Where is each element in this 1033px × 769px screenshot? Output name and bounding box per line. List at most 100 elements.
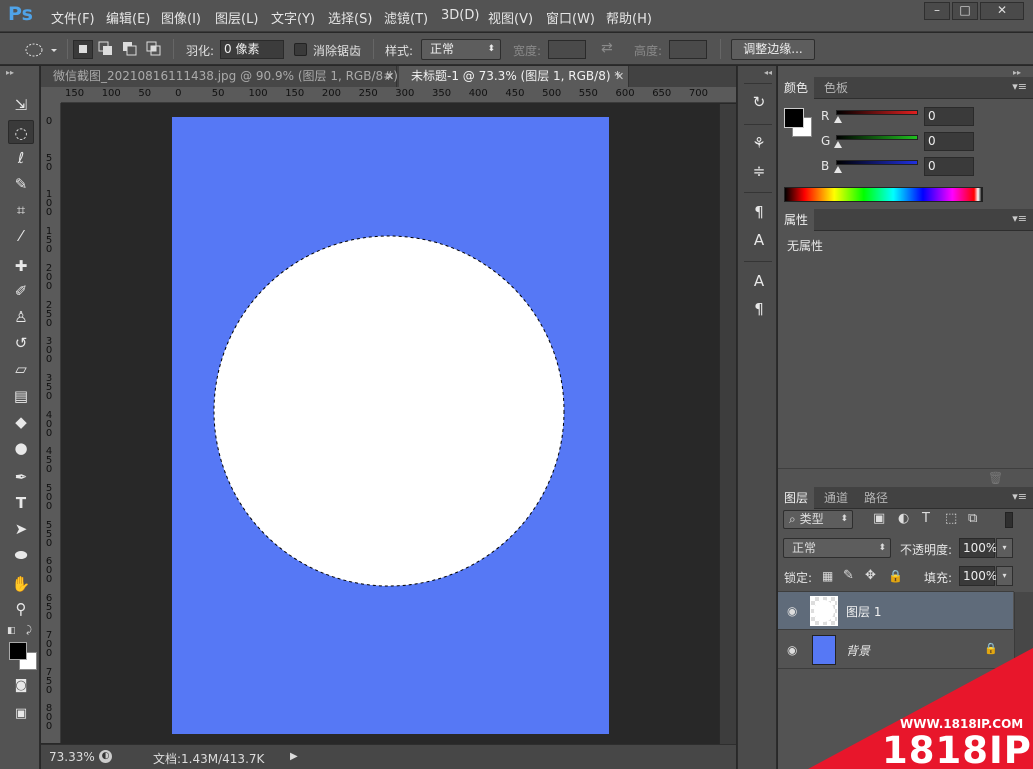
elliptical-marquee-preset-icon[interactable] (24, 40, 64, 60)
swap-colors-icon[interactable]: ⤸ (26, 625, 32, 636)
crop-tool-icon[interactable]: ⌗ (8, 198, 34, 222)
close-button[interactable]: ✕ (980, 2, 1024, 20)
menu-select[interactable]: 选择(S) (328, 8, 372, 27)
lock-all-icon[interactable]: 🔒 (888, 569, 903, 583)
panel-menu-icon[interactable]: ▾≡ (1012, 490, 1027, 503)
slider-thumb[interactable] (834, 141, 842, 148)
history-brush-tool-icon[interactable]: ↺ (8, 331, 34, 355)
status-menu-arrow-icon[interactable]: ▶ (290, 751, 298, 762)
panels-collapse-icon[interactable]: ▸▸ (1013, 68, 1021, 77)
lasso-tool-icon[interactable]: ℓ (8, 146, 34, 170)
smart-object-filter-icon[interactable]: ⧉ (968, 511, 977, 526)
dodge-tool-icon[interactable]: ● (8, 436, 34, 460)
minimize-button[interactable]: – (924, 2, 950, 20)
trash-icon[interactable]: 🗑 (988, 471, 1003, 485)
menu-edit[interactable]: 编辑(E) (106, 8, 150, 27)
channel-r-input[interactable]: 0 (924, 107, 974, 126)
swap-dimensions-icon[interactable]: ⇄ (601, 40, 613, 56)
layer-row-background[interactable]: ◉ 背景 🔒 (778, 631, 1013, 669)
pen-tool-icon[interactable]: ✒ (8, 465, 34, 489)
menu-filter[interactable]: 滤镜(T) (384, 8, 428, 27)
shape-layer-filter-icon[interactable]: ⬚ (945, 511, 957, 526)
brush-tool-icon[interactable]: ✐ (8, 279, 34, 303)
restore-button[interactable]: □ (952, 2, 978, 20)
layer-filter-select[interactable]: ⌕ 类型 ⬍ (783, 510, 853, 529)
quick-mask-icon[interactable]: ◙ (8, 674, 34, 698)
menu-layer[interactable]: 图层(L) (215, 8, 258, 27)
channel-r-slider[interactable] (836, 110, 918, 115)
document-canvas[interactable] (62, 104, 736, 744)
blend-mode-select[interactable]: 正常 ⬍ (783, 538, 891, 558)
width-input[interactable] (548, 40, 586, 59)
path-selection-tool-icon[interactable]: ➤ (8, 517, 34, 541)
height-input[interactable] (669, 40, 707, 59)
close-icon[interactable]: ✕ (615, 66, 624, 87)
panel-menu-icon[interactable]: ▾≡ (1012, 212, 1027, 225)
panel-foreground-swatch[interactable] (784, 108, 804, 128)
dock-collapse-icon[interactable]: ◂◂ (764, 68, 772, 77)
default-colors-icon[interactable]: ◧ (7, 626, 16, 636)
brush-preset-panel-icon[interactable]: ⚘ (746, 132, 772, 154)
healing-brush-tool-icon[interactable]: ✚ (8, 254, 34, 278)
zoom-tool-icon[interactable]: ⚲ (8, 597, 34, 621)
fill-dropdown-icon[interactable]: ▾ (996, 566, 1013, 586)
tab-properties[interactable]: 属性 (778, 209, 815, 231)
foreground-color-swatch[interactable] (9, 642, 27, 660)
fill-input[interactable]: 100% (959, 566, 997, 586)
antialias-checkbox[interactable] (294, 43, 307, 56)
menu-file[interactable]: 文件(F) (51, 8, 95, 27)
vertical-scrollbar[interactable] (719, 104, 736, 744)
ellipse-shape-tool-icon[interactable]: ⬬ (8, 543, 34, 567)
opacity-input[interactable]: 100% (959, 538, 997, 558)
slider-thumb[interactable] (834, 116, 842, 123)
tab-swatches[interactable]: 色板 (818, 77, 854, 99)
color-spectrum-bar[interactable] (784, 187, 983, 202)
new-selection-icon[interactable] (73, 40, 93, 59)
character-styles-panel-icon[interactable]: A (746, 229, 772, 251)
eraser-tool-icon[interactable]: ▱ (8, 357, 34, 381)
eyedropper-tool-icon[interactable]: ⁄ (8, 224, 34, 248)
panel-menu-icon[interactable]: ▾≡ (1012, 80, 1027, 93)
menu-3d[interactable]: 3D(D) (441, 8, 479, 23)
channel-b-input[interactable]: 0 (924, 157, 974, 176)
quick-selection-tool-icon[interactable]: ✎ (8, 172, 34, 196)
style-select[interactable]: 正常 ⬍ (421, 39, 501, 60)
add-to-selection-icon[interactable] (97, 40, 115, 58)
tab-color[interactable]: 颜色 (778, 77, 815, 99)
zoom-level[interactable]: 73.33% (49, 750, 95, 764)
layer-row-layer1[interactable]: ◉ 图层 1 (778, 592, 1013, 630)
adjustment-layer-filter-icon[interactable]: ◐ (898, 511, 909, 526)
close-icon[interactable]: ✕ (385, 66, 394, 87)
feather-input[interactable]: 0 像素 (220, 40, 284, 59)
tab-paths[interactable]: 路径 (858, 487, 894, 509)
clone-stamp-tool-icon[interactable]: ♙ (8, 305, 34, 329)
type-layer-filter-icon[interactable]: T (922, 511, 930, 526)
filter-toggle-switch[interactable] (1005, 512, 1013, 528)
lock-pixels-icon[interactable]: ✎ (843, 568, 854, 583)
menu-window[interactable]: 窗口(W) (546, 8, 595, 27)
tab-layers[interactable]: 图层 (778, 487, 815, 509)
doc-info-icon[interactable]: ◐ (99, 750, 112, 763)
history-panel-icon[interactable]: ↻ (746, 91, 772, 113)
visibility-eye-icon[interactable]: ◉ (787, 643, 797, 657)
character-panel-icon[interactable]: A (746, 270, 772, 292)
opacity-dropdown-icon[interactable]: ▾ (996, 538, 1013, 558)
blur-tool-icon[interactable]: ◆ (8, 410, 34, 434)
layer-name[interactable]: 背景 (846, 642, 870, 659)
tab-untitled-1[interactable]: 未标题-1 @ 73.3% (图层 1, RGB/8) * ✕ (399, 66, 629, 87)
menu-view[interactable]: 视图(V) (488, 8, 533, 27)
lock-position-icon[interactable]: ✥ (865, 568, 876, 583)
menu-help[interactable]: 帮助(H) (606, 8, 652, 27)
channel-b-slider[interactable] (836, 160, 918, 165)
panel-collapse-icon[interactable]: ▸▸ (6, 68, 14, 77)
elliptical-marquee-tool-icon[interactable]: ◌ (8, 120, 34, 144)
lock-transparency-icon[interactable]: ▦ (822, 569, 833, 583)
channel-g-input[interactable]: 0 (924, 132, 974, 151)
slider-thumb[interactable] (834, 166, 842, 173)
tab-wechat-screenshot[interactable]: 微信截图_20210816111438.jpg @ 90.9% (图层 1, R… (41, 66, 408, 87)
subtract-from-selection-icon[interactable] (121, 40, 139, 58)
hand-tool-icon[interactable]: ✋ (8, 572, 34, 596)
visibility-eye-icon[interactable]: ◉ (787, 604, 797, 618)
type-tool-icon[interactable]: T (8, 491, 34, 515)
canvas-workspace[interactable] (62, 104, 736, 744)
